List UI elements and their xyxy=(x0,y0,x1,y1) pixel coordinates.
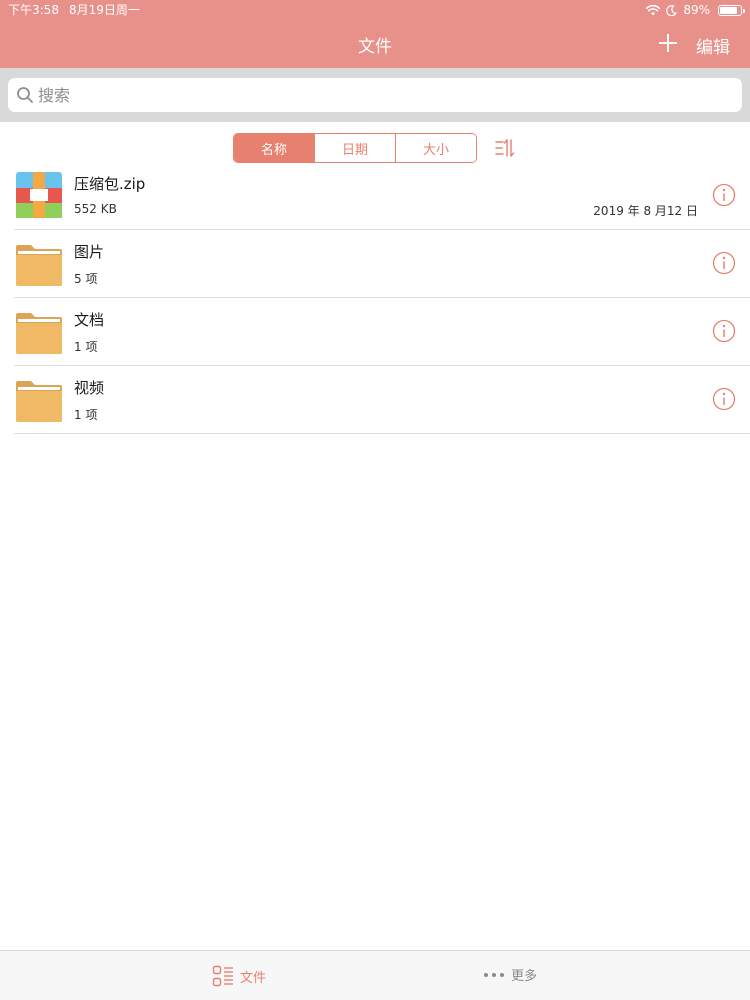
status-time: 下午3:58 xyxy=(8,3,59,17)
tab-files[interactable]: 文件 xyxy=(212,965,266,987)
search-box[interactable] xyxy=(8,78,742,112)
sort-by-name-tab[interactable]: 名称 xyxy=(234,134,315,162)
more-dots-icon xyxy=(484,972,504,977)
status-date: 8月19日周一 xyxy=(68,3,140,17)
plus-icon[interactable] xyxy=(655,30,681,56)
folder-icon xyxy=(16,381,62,422)
search-area xyxy=(0,68,750,122)
file-name: 压缩包.zip xyxy=(74,175,146,193)
item-count: 1 项 xyxy=(74,340,98,354)
moon-icon xyxy=(666,4,678,16)
file-date: 2019 年 8 月12 日 xyxy=(593,204,698,218)
file-size: 552 KB xyxy=(74,202,117,216)
status-bar: 下午3:58 8月19日周一 89% xyxy=(0,0,750,20)
edit-button[interactable]: 编辑 xyxy=(696,33,730,58)
row-divider xyxy=(14,433,750,434)
sort-segmented-control: 名称 日期 大小 xyxy=(233,133,477,163)
file-manager-screen: 下午3:58 8月19日周一 89% 文件 编辑 搜索 名称 日期 大小 压缩包… xyxy=(0,0,750,1000)
sort-order-icon[interactable] xyxy=(494,137,516,159)
tab-label: 更多 xyxy=(511,969,538,984)
item-count: 1 项 xyxy=(74,408,98,422)
file-name: 视频 xyxy=(74,379,105,397)
item-count: 5 项 xyxy=(74,272,98,286)
file-row-folder[interactable]: 视频 1 项 xyxy=(0,366,750,434)
search-input[interactable] xyxy=(38,82,728,108)
info-icon[interactable] xyxy=(712,387,736,411)
sort-by-size-tab[interactable]: 大小 xyxy=(396,134,476,162)
battery-icon xyxy=(718,4,745,16)
tab-label: 文件 xyxy=(240,970,267,986)
tab-bar: 文件 更多 xyxy=(0,950,750,1000)
file-name: 图片 xyxy=(74,243,105,261)
tab-more[interactable]: 更多 xyxy=(483,965,537,984)
page-title: 文件 xyxy=(358,37,392,57)
zip-archive-icon xyxy=(16,172,62,218)
info-icon[interactable] xyxy=(712,183,736,207)
file-row-folder[interactable]: 文档 1 项 xyxy=(0,298,750,366)
folder-icon xyxy=(16,313,62,354)
file-row-zip[interactable]: 压缩包.zip 552 KB 2019 年 8 月12 日 xyxy=(0,162,750,230)
search-icon xyxy=(17,87,33,103)
sort-by-date-tab[interactable]: 日期 xyxy=(315,134,396,162)
file-name: 文档 xyxy=(74,311,105,329)
battery-percent: 89% xyxy=(683,3,710,17)
info-icon[interactable] xyxy=(712,319,736,343)
folder-icon xyxy=(16,245,62,286)
wifi-icon xyxy=(646,4,661,16)
navigation-header: 下午3:58 8月19日周一 89% 文件 编辑 xyxy=(0,0,750,68)
file-row-folder[interactable]: 图片 5 项 xyxy=(0,230,750,298)
info-icon[interactable] xyxy=(712,251,736,275)
file-list: 压缩包.zip 552 KB 2019 年 8 月12 日 图片 5 项 文档 … xyxy=(0,162,750,434)
files-list-icon xyxy=(212,965,233,987)
